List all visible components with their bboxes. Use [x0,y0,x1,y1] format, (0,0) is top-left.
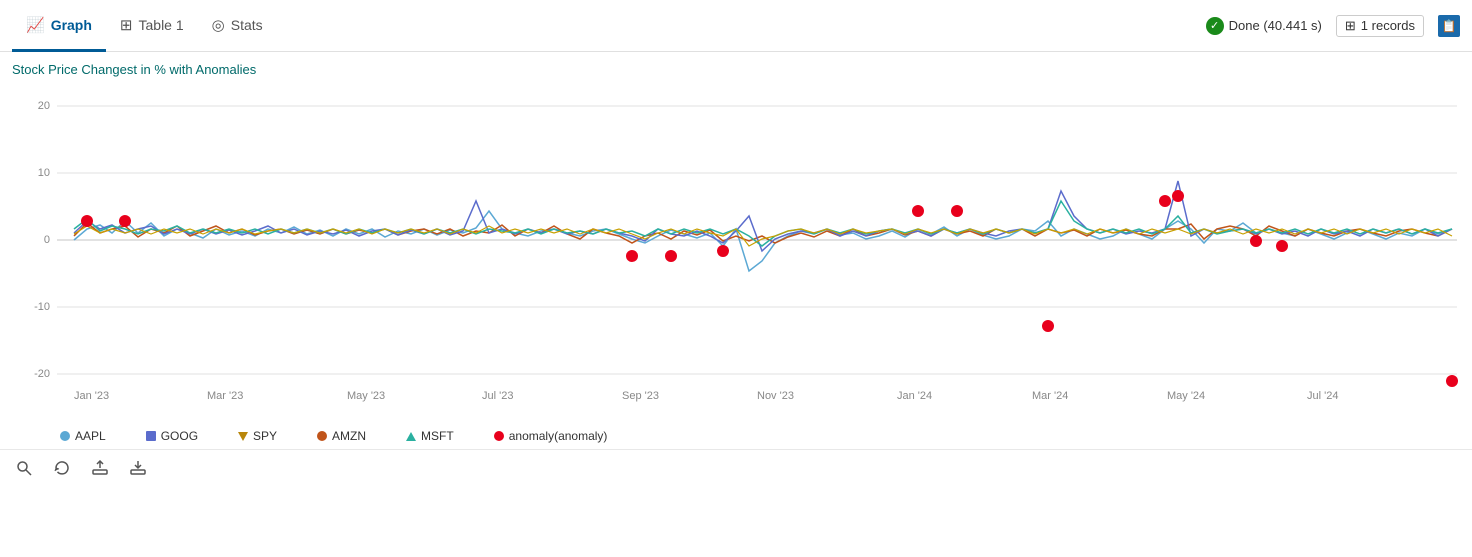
chart-container: 20 10 0 -10 -20 Jan '23 Mar '23 May '23 … [12,81,1460,421]
legend-anomaly-dot [494,431,504,441]
chart-svg: 20 10 0 -10 -20 Jan '23 Mar '23 May '23 … [12,81,1460,421]
legend-anomaly-label: anomaly(anomaly) [509,429,608,443]
clipboard-button[interactable]: 📋 [1438,15,1460,37]
tab-graph-label: Graph [51,17,92,33]
done-check-icon: ✓ [1206,17,1224,35]
stats-icon: ◎ [212,16,225,34]
legend-msft-triangle [406,432,416,441]
legend-spy: SPY [238,429,277,443]
records-icon: ⊞ [1345,18,1356,34]
records-label: 1 records [1361,18,1415,33]
legend-anomaly: anomaly(anomaly) [494,429,608,443]
legend-goog-label: GOOG [161,429,198,443]
toolbar [0,449,1472,486]
svg-text:10: 10 [38,167,50,179]
legend-goog: GOOG [146,429,198,443]
refresh-icon [54,460,70,476]
graph-icon: 📈 [26,16,45,34]
legend-aapl: AAPL [60,429,106,443]
upload-button[interactable] [88,456,112,480]
legend-spy-label: SPY [253,429,277,443]
legend-area: AAPL GOOG SPY AMZN MSFT anomaly(anomaly) [0,421,1472,449]
done-badge: ✓ Done (40.441 s) [1206,17,1322,35]
svg-text:May '23: May '23 [347,390,385,402]
tab-stats[interactable]: ◎ Stats [198,1,277,52]
svg-text:Jul '24: Jul '24 [1307,390,1338,402]
svg-text:Jan '24: Jan '24 [897,390,932,402]
refresh-button[interactable] [50,456,74,480]
search-button[interactable] [12,456,36,480]
legend-aapl-label: AAPL [75,429,106,443]
top-right-area: ✓ Done (40.441 s) ⊞ 1 records 📋 [1206,15,1460,37]
legend-aapl-dot [60,431,70,441]
tab-stats-label: Stats [231,17,263,33]
svg-text:Mar '24: Mar '24 [1032,390,1068,402]
records-badge: ⊞ 1 records [1336,15,1424,37]
legend-goog-square [146,431,156,441]
download-button[interactable] [126,456,150,480]
svg-text:-10: -10 [34,301,50,313]
tab-table[interactable]: ⊞ Table 1 [106,1,198,52]
svg-text:Jul '23: Jul '23 [482,390,513,402]
svg-text:0: 0 [44,234,50,246]
svg-text:20: 20 [38,100,50,112]
chart-area: Stock Price Changest in % with Anomalies… [0,52,1472,421]
done-label: Done (40.441 s) [1229,18,1322,33]
legend-msft: MSFT [406,429,454,443]
upload-icon [92,460,108,476]
legend-spy-triangle [238,432,248,441]
svg-text:Jan '23: Jan '23 [74,390,109,402]
legend-msft-label: MSFT [421,429,454,443]
legend-amzn-dot [317,431,327,441]
legend-amzn-label: AMZN [332,429,366,443]
tab-table-label: Table 1 [139,17,184,33]
svg-text:-20: -20 [34,368,50,380]
search-icon [16,460,32,476]
svg-text:Sep '23: Sep '23 [622,390,659,402]
download-icon [130,460,146,476]
top-bar: 📈 Graph ⊞ Table 1 ◎ Stats ✓ Done (40.441… [0,0,1472,52]
chart-title: Stock Price Changest in % with Anomalies [12,62,1460,77]
svg-text:Mar '23: Mar '23 [207,390,243,402]
legend-amzn: AMZN [317,429,366,443]
svg-text:May '24: May '24 [1167,390,1205,402]
table-icon: ⊞ [120,16,133,34]
tab-graph[interactable]: 📈 Graph [12,1,106,52]
svg-text:Nov '23: Nov '23 [757,390,794,402]
